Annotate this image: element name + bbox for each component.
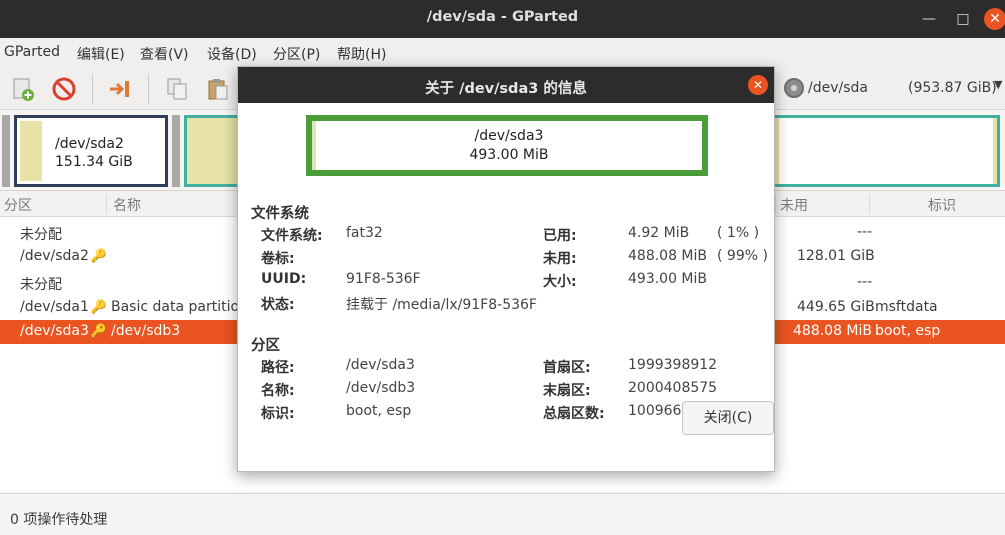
row-name: /dev/sdb3: [111, 323, 181, 339]
unused-percent: ( 99% ): [717, 248, 768, 264]
fs-type-label: 文件系统:: [261, 228, 323, 244]
maximize-icon[interactable]: □: [952, 8, 974, 30]
volume-label-label: 卷标:: [261, 251, 295, 267]
row-partition: 未分配: [20, 227, 62, 243]
column-name[interactable]: 名称: [113, 195, 141, 215]
row-partition-label: /dev/sda1: [20, 299, 89, 315]
pending-operations: 0 项操作待处理: [10, 512, 108, 528]
path-value: /dev/sda3: [346, 357, 415, 373]
disk-segment-unallocated-2[interactable]: [172, 115, 180, 187]
status-value: 挂载于 /media/lx/91F8-536F: [346, 297, 537, 313]
close-button[interactable]: 关闭(C): [682, 401, 774, 435]
row-partition-label: /dev/sda2: [20, 248, 89, 264]
minimize-icon[interactable]: —: [918, 8, 940, 30]
row-partition-label: /dev/sda3: [20, 323, 89, 339]
partition-info-dialog: 关于 /dev/sda3 的信息 ✕ /dev/sda3 493.00 MiB …: [237, 66, 775, 472]
disk-segment-free: [779, 118, 993, 184]
last-sector-label: 末扇区:: [543, 383, 591, 399]
menu-bar: GParted 编辑(E) 查看(V) 设备(D) 分区(P) 帮助(H): [0, 38, 1005, 68]
menu-device[interactable]: 设备(D): [207, 44, 257, 64]
size-value: 493.00 MiB: [628, 271, 708, 287]
dialog-close-icon[interactable]: ✕: [748, 75, 768, 95]
fs-type-value: fat32: [346, 225, 383, 241]
key-icon: 🔑: [90, 249, 108, 264]
toolbar-separator: [148, 74, 149, 104]
close-icon[interactable]: ✕: [984, 8, 1005, 30]
disk-segment-sda2[interactable]: /dev/sda2 151.34 GiB: [14, 115, 168, 187]
menu-partition[interactable]: 分区(P): [273, 44, 320, 64]
used-value: 4.92 MiB: [628, 225, 690, 241]
partition-graphic: /dev/sda3 493.00 MiB: [306, 115, 708, 176]
uuid-label: UUID:: [261, 271, 307, 287]
flags-label: 标识:: [261, 406, 295, 422]
name-value: /dev/sdb3: [346, 380, 416, 396]
delete-icon[interactable]: [51, 76, 77, 102]
column-unused[interactable]: 未用: [780, 195, 808, 215]
row-partition: /dev/sda3 🔑: [20, 323, 107, 339]
first-sector-label: 首扇区:: [543, 360, 591, 376]
column-partition[interactable]: 分区: [4, 195, 32, 215]
flags-value: boot, esp: [346, 403, 412, 419]
filesystem-heading: 文件系统: [251, 206, 309, 222]
device-selector[interactable]: /dev/sda (953.87 GiB) ▼: [782, 76, 1005, 102]
device-name: /dev/sda: [808, 80, 868, 96]
disk-segment-name: /dev/sda2: [55, 136, 124, 152]
partition-heading: 分区: [251, 338, 280, 354]
paste-icon[interactable]: [205, 76, 231, 102]
disk-segment-size: 151.34 GiB: [55, 154, 133, 170]
partition-graphic-size: 493.00 MiB: [469, 147, 549, 163]
row-unused: 449.65 GiB: [797, 299, 875, 315]
row-partition: /dev/sda1 🔑: [20, 299, 107, 315]
menu-gparted[interactable]: GParted: [4, 44, 60, 60]
menu-help[interactable]: 帮助(H): [337, 44, 386, 64]
chevron-down-icon: ▼: [994, 78, 1003, 91]
key-icon: 🔑: [90, 300, 108, 315]
key-icon: 🔑: [90, 324, 108, 339]
partition-graphic-inner: /dev/sda3 493.00 MiB: [312, 121, 702, 170]
first-sector-value: 1999398912: [628, 357, 718, 373]
row-flags: boot, esp: [875, 323, 941, 339]
unused-label: 未用:: [543, 251, 577, 267]
total-sectors-value: 1009664: [628, 403, 691, 419]
column-divider: [775, 194, 776, 214]
menu-view[interactable]: 查看(V): [140, 44, 189, 64]
column-divider: [106, 194, 107, 214]
name-label: 名称:: [261, 383, 295, 399]
status-bar: 0 项操作待处理: [0, 493, 1005, 535]
row-flags: msftdata: [875, 299, 938, 315]
column-divider: [869, 194, 870, 214]
toolbar-separator: [92, 74, 93, 104]
row-unused: 488.08 MiB: [793, 323, 873, 339]
device-size: (953.87 GiB): [908, 80, 997, 96]
row-unused: ---: [857, 224, 873, 240]
dialog-header: 关于 /dev/sda3 的信息 ✕: [238, 67, 774, 103]
uuid-value: 91F8-536F: [346, 271, 421, 287]
row-unused: 128.01 GiB: [797, 248, 875, 264]
used-percent: ( 1% ): [717, 225, 760, 241]
partition-graphic-name: /dev/sda3: [474, 128, 544, 144]
disk-icon: [784, 78, 804, 98]
row-name: Basic data partition: [111, 299, 248, 315]
disk-segment-used: [20, 121, 42, 181]
dialog-title: 关于 /dev/sda3 的信息: [425, 81, 587, 97]
disk-segment-unallocated[interactable]: [2, 115, 10, 187]
new-partition-icon[interactable]: [10, 76, 36, 102]
row-unused: ---: [857, 274, 873, 290]
column-flags[interactable]: 标识: [928, 195, 956, 215]
copy-icon[interactable]: [164, 76, 190, 102]
used-label: 已用:: [543, 228, 577, 244]
row-partition: 未分配: [20, 277, 62, 293]
total-sectors-label: 总扇区数:: [543, 406, 605, 422]
status-label: 状态:: [261, 297, 295, 313]
row-partition: /dev/sda2 🔑: [20, 248, 107, 264]
unused-value: 488.08 MiB: [628, 248, 708, 264]
window-title: /dev/sda - GParted: [426, 9, 579, 25]
last-sector-value: 2000408575: [628, 380, 718, 396]
title-bar: /dev/sda - GParted — □ ✕: [0, 0, 1005, 38]
size-label: 大小:: [543, 274, 577, 290]
path-label: 路径:: [261, 360, 295, 376]
resize-move-icon[interactable]: [107, 76, 133, 102]
menu-edit[interactable]: 编辑(E): [77, 44, 125, 64]
